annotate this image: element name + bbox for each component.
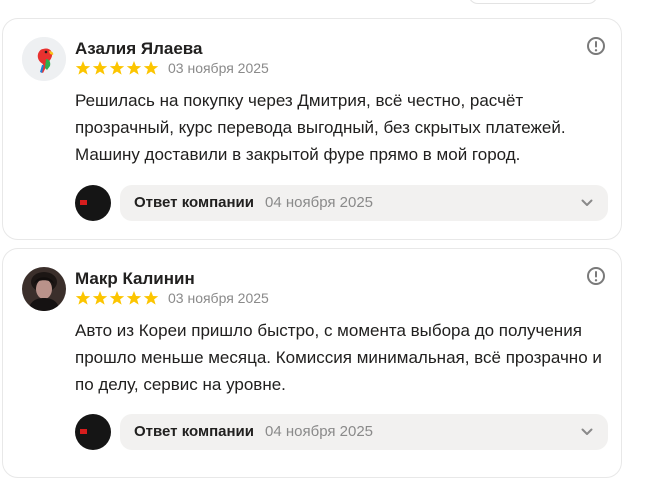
- star-icon: [143, 61, 159, 75]
- star-icon: [109, 61, 125, 75]
- reply-date: 04 ноября 2025: [265, 423, 374, 440]
- logo-mark: [80, 200, 87, 205]
- review-text: Решилась на покупку через Дмитрия, всё ч…: [75, 91, 566, 164]
- top-control-edge[interactable]: [468, 0, 598, 4]
- reply-label: Ответ компании: [134, 194, 254, 211]
- rating-stars: [75, 290, 159, 306]
- review-card: Азалия Ялаева 03 ноября 2025 Решилась на…: [2, 18, 622, 240]
- review-text: Авто из Кореи пришло быстро, с момента в…: [75, 321, 602, 394]
- report-icon[interactable]: [586, 266, 606, 286]
- avatar[interactable]: [22, 37, 66, 81]
- logo-mark: [80, 429, 87, 434]
- parrot-icon: [22, 37, 66, 81]
- rating-stars: [75, 60, 159, 76]
- star-icon: [75, 291, 91, 305]
- company-reply-button[interactable]: Ответ компании 04 ноября 2025: [120, 414, 608, 450]
- star-icon: [92, 61, 108, 75]
- author-name[interactable]: Азалия Ялаева: [75, 39, 202, 59]
- star-icon: [143, 291, 159, 305]
- reply-date: 04 ноября 2025: [265, 194, 374, 211]
- chevron-down-icon: [581, 199, 593, 206]
- star-icon: [126, 61, 142, 75]
- chevron-down-icon: [581, 428, 593, 435]
- company-logo: [75, 185, 111, 221]
- star-icon: [75, 61, 91, 75]
- review-date: 03 ноября 2025: [168, 290, 269, 306]
- star-icon: [92, 291, 108, 305]
- report-icon[interactable]: [586, 36, 606, 56]
- company-logo: [75, 414, 111, 450]
- avatar[interactable]: [22, 267, 66, 311]
- review-date: 03 ноября 2025: [168, 60, 269, 76]
- reply-label: Ответ компании: [134, 423, 254, 440]
- user-photo: [22, 267, 66, 311]
- star-icon: [109, 291, 125, 305]
- author-name[interactable]: Макр Калинин: [75, 269, 195, 289]
- company-reply-button[interactable]: Ответ компании 04 ноября 2025: [120, 185, 608, 221]
- star-icon: [126, 291, 142, 305]
- review-card: Макр Калинин 03 ноября 2025 Авто из Коре…: [2, 248, 622, 478]
